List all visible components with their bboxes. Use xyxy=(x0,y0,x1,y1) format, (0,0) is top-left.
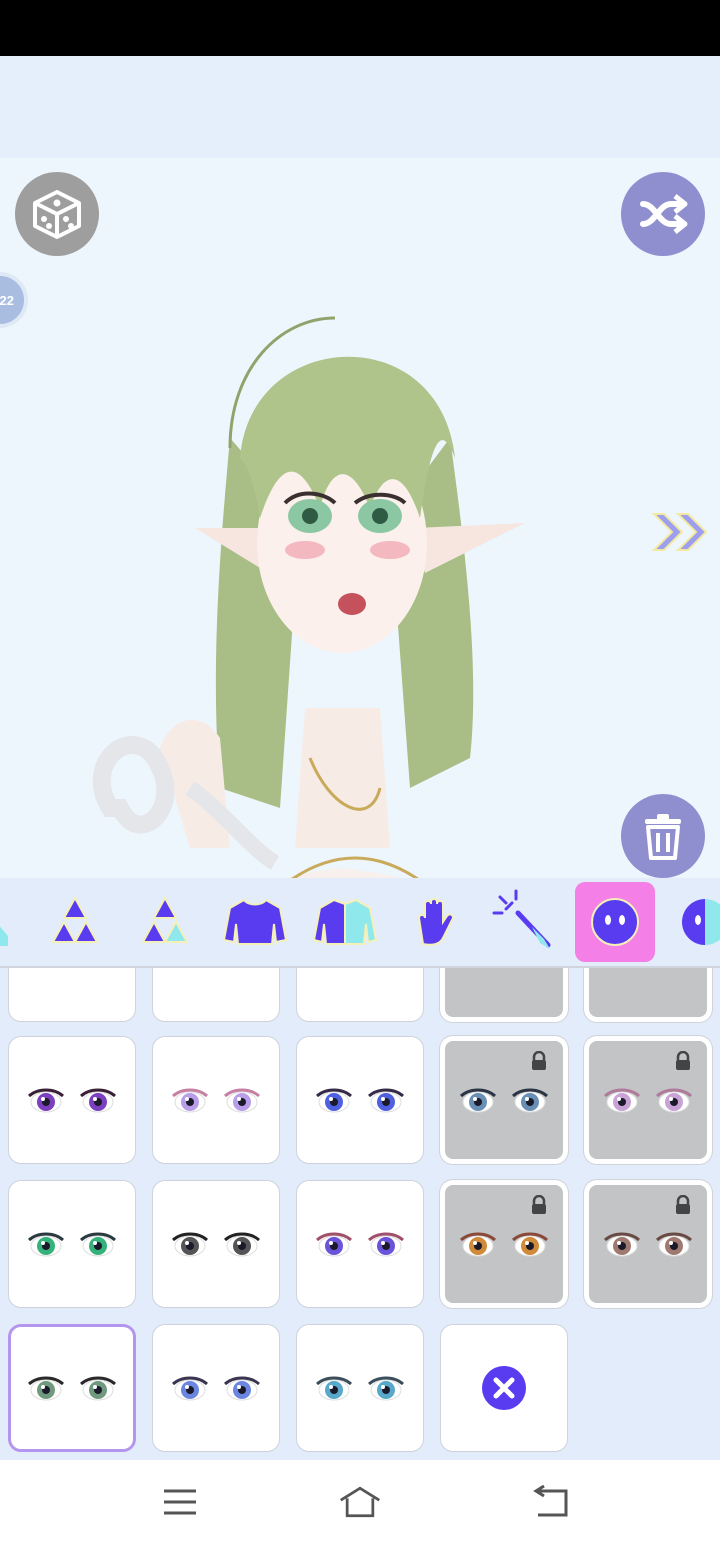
eye-preview-icon xyxy=(316,1232,404,1257)
face-half-icon xyxy=(682,899,720,945)
dice-icon xyxy=(33,190,81,239)
double-chevron-right-icon[interactable] xyxy=(650,510,712,554)
tab-sweater[interactable] xyxy=(215,882,295,962)
eye-option[interactable] xyxy=(583,1035,713,1165)
back-button[interactable] xyxy=(528,1480,572,1524)
triangle-partial-icon xyxy=(0,926,8,946)
lock-icon xyxy=(532,1051,546,1070)
wand-icon xyxy=(492,889,551,949)
tab-hand[interactable] xyxy=(395,882,475,962)
eye-preview-icon xyxy=(172,1376,260,1401)
system-nav-bar xyxy=(0,1460,720,1544)
triangles-icon xyxy=(51,895,99,943)
eye-preview-icon xyxy=(172,1232,260,1257)
eye-preview-icon xyxy=(604,1088,692,1113)
ad-banner-area xyxy=(0,56,720,158)
tab-face-half[interactable] xyxy=(665,882,720,962)
lock-icon xyxy=(676,1195,690,1214)
menu-icon xyxy=(164,1489,196,1515)
eye-option[interactable] xyxy=(8,1324,136,1452)
tab-wand[interactable] xyxy=(485,882,565,962)
eye-preview-icon xyxy=(28,1232,116,1257)
eye-preview-icon xyxy=(604,1232,692,1257)
eye-preview-icon xyxy=(28,1088,116,1113)
tab-eyes[interactable] xyxy=(575,882,655,962)
delete-button[interactable] xyxy=(621,794,705,878)
eye-option[interactable] xyxy=(152,1324,280,1452)
eye-option-partial[interactable] xyxy=(152,968,280,1022)
category-tab-bar xyxy=(0,878,720,968)
level-badge[interactable]: 22 xyxy=(0,272,28,328)
sweater-icon xyxy=(222,898,288,945)
tab-triangles-alt[interactable] xyxy=(125,882,205,962)
eye-option[interactable] xyxy=(152,1180,280,1308)
eye-option[interactable] xyxy=(296,1036,424,1164)
eye-option[interactable] xyxy=(439,1179,569,1309)
character-preview xyxy=(92,316,525,878)
menu-button[interactable] xyxy=(158,1480,202,1524)
status-bar xyxy=(0,0,720,56)
eye-options-grid xyxy=(0,968,720,1460)
shuffle-icon xyxy=(640,194,688,234)
none-option-button[interactable] xyxy=(440,1324,568,1452)
eye-preview-icon xyxy=(28,1376,116,1401)
eye-option[interactable] xyxy=(583,1179,713,1309)
eye-preview-icon xyxy=(460,1232,548,1257)
tab-jacket[interactable] xyxy=(305,882,385,962)
jacket-icon xyxy=(312,898,378,945)
hand-icon xyxy=(417,898,454,946)
lock-icon xyxy=(532,1195,546,1214)
close-icon xyxy=(482,1366,526,1410)
eye-option-partial[interactable] xyxy=(8,968,136,1022)
triangles-alt-icon xyxy=(141,895,189,943)
eye-option[interactable] xyxy=(8,1036,136,1164)
back-icon xyxy=(533,1485,568,1517)
eye-option[interactable] xyxy=(152,1036,280,1164)
home-icon xyxy=(340,1486,380,1518)
random-dice-button[interactable] xyxy=(15,172,99,256)
tab-triangles[interactable] xyxy=(35,882,115,962)
lock-icon xyxy=(676,1051,690,1070)
face-eyes-icon xyxy=(591,898,639,946)
eye-option[interactable] xyxy=(296,1324,424,1452)
character-stage: 22 xyxy=(0,158,720,878)
eye-option-partial-locked[interactable] xyxy=(439,968,569,1023)
eye-option-partial[interactable] xyxy=(296,968,424,1022)
eye-option[interactable] xyxy=(8,1180,136,1308)
shuffle-button[interactable] xyxy=(621,172,705,256)
eye-preview-icon xyxy=(316,1376,404,1401)
eye-option[interactable] xyxy=(439,1035,569,1165)
eye-preview-icon xyxy=(316,1088,404,1113)
eye-preview-icon xyxy=(172,1088,260,1113)
eye-option[interactable] xyxy=(296,1180,424,1308)
tab-triangle-partial[interactable] xyxy=(0,882,18,962)
level-badge-text: 22 xyxy=(0,292,14,308)
trash-icon xyxy=(645,814,681,860)
eye-preview-icon xyxy=(460,1088,548,1113)
home-button[interactable] xyxy=(338,1480,382,1524)
app-root: 22 xyxy=(0,0,720,1544)
eye-option-partial-locked[interactable] xyxy=(583,968,713,1023)
